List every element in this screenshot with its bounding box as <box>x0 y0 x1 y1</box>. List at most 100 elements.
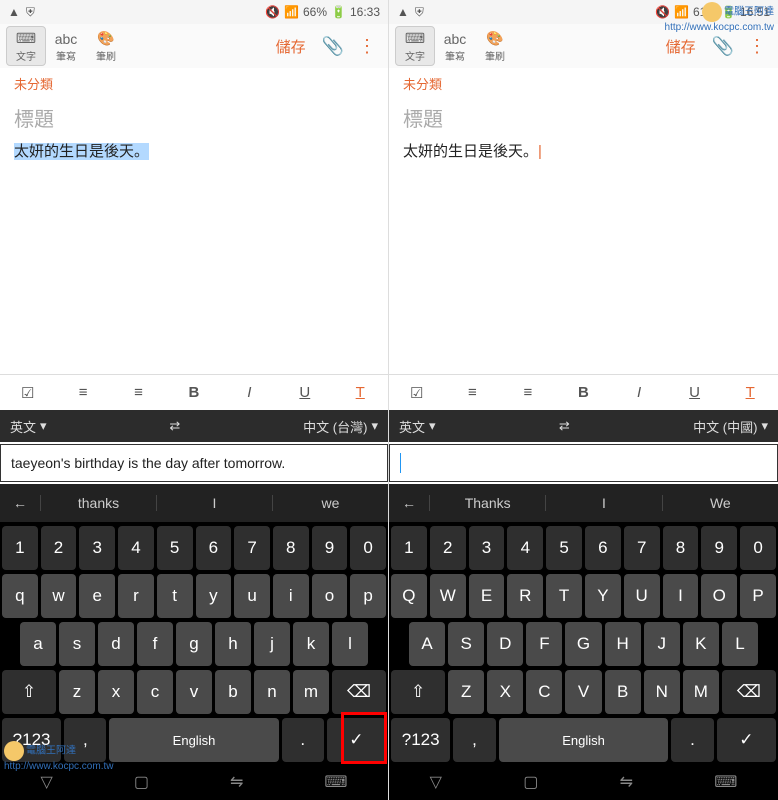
lang-source[interactable]: 英文 ▾ <box>399 417 436 436</box>
key-n[interactable]: n <box>254 670 290 714</box>
key-3[interactable]: 3 <box>79 526 115 570</box>
more-button[interactable]: ⋮ <box>352 36 382 57</box>
key-4[interactable]: 4 <box>507 526 543 570</box>
sugg-3[interactable]: We <box>662 495 778 511</box>
key-a[interactable]: a <box>20 622 56 666</box>
title-input[interactable]: 標題 <box>0 99 388 140</box>
swap-button[interactable]: ⇄ <box>169 418 180 434</box>
key-E[interactable]: E <box>469 574 505 618</box>
key-h[interactable]: h <box>215 622 251 666</box>
key-H[interactable]: H <box>605 622 641 666</box>
nav-back[interactable]: ▢ <box>523 772 538 792</box>
nav-kb[interactable]: ⌨ <box>714 772 737 792</box>
key-8[interactable]: 8 <box>663 526 699 570</box>
enter-key[interactable]: ✓ <box>717 718 776 762</box>
key-m[interactable]: m <box>293 670 329 714</box>
key-V[interactable]: V <box>565 670 601 714</box>
period-key[interactable]: . <box>282 718 324 762</box>
sugg-3[interactable]: we <box>272 495 388 511</box>
translate-input[interactable] <box>389 444 778 482</box>
bold-button[interactable]: B <box>564 378 602 408</box>
save-button[interactable]: 儲存 <box>268 36 314 57</box>
key-f[interactable]: f <box>137 622 173 666</box>
comma-key[interactable]: , <box>453 718 495 762</box>
tool-brush[interactable]: 🎨筆刷 <box>475 26 515 66</box>
attach-button[interactable]: 📎 <box>704 36 742 57</box>
lang-target[interactable]: 中文 (中國) ▾ <box>693 417 768 436</box>
key-y[interactable]: y <box>196 574 232 618</box>
note-content[interactable]: 太妍的生日是後天。 <box>0 140 388 161</box>
tool-handwrite[interactable]: abc筆寫 <box>435 26 475 66</box>
sugg-2[interactable]: I <box>156 495 272 511</box>
textcolor-button[interactable]: T <box>731 378 769 408</box>
key-6[interactable]: 6 <box>585 526 621 570</box>
attach-button[interactable]: 📎 <box>314 36 352 57</box>
key-j[interactable]: j <box>254 622 290 666</box>
key-K[interactable]: K <box>683 622 719 666</box>
key-t[interactable]: t <box>157 574 193 618</box>
sugg-1[interactable]: Thanks <box>429 495 545 511</box>
key-I[interactable]: I <box>663 574 699 618</box>
key-U[interactable]: U <box>624 574 660 618</box>
key-2[interactable]: 2 <box>430 526 466 570</box>
key-A[interactable]: A <box>409 622 445 666</box>
key-u[interactable]: u <box>234 574 270 618</box>
key-N[interactable]: N <box>644 670 680 714</box>
key-i[interactable]: i <box>273 574 309 618</box>
nav-kb[interactable]: ⌨ <box>324 772 347 792</box>
key-3[interactable]: 3 <box>469 526 505 570</box>
tool-handwrite[interactable]: abc筆寫 <box>46 26 86 66</box>
category-label[interactable]: 未分類 <box>389 68 778 99</box>
tool-brush[interactable]: 🎨筆刷 <box>86 26 126 66</box>
tool-text[interactable]: ⌨文字 <box>6 26 46 66</box>
key-7[interactable]: 7 <box>624 526 660 570</box>
key-g[interactable]: g <box>176 622 212 666</box>
hide-kb-icon[interactable]: ▽ <box>41 772 53 792</box>
key-0[interactable]: 0 <box>740 526 776 570</box>
underline-button[interactable]: U <box>676 378 714 408</box>
swap-button[interactable]: ⇄ <box>559 418 570 434</box>
key-O[interactable]: O <box>701 574 737 618</box>
key-6[interactable]: 6 <box>196 526 232 570</box>
title-input[interactable]: 標題 <box>389 99 778 140</box>
bullet-button[interactable]: ≡ <box>64 378 102 408</box>
key-9[interactable]: 9 <box>701 526 737 570</box>
key-2[interactable]: 2 <box>41 526 77 570</box>
key-P[interactable]: P <box>740 574 776 618</box>
textcolor-button[interactable]: T <box>341 378 379 408</box>
key-p[interactable]: p <box>350 574 386 618</box>
key-w[interactable]: w <box>41 574 77 618</box>
key-R[interactable]: R <box>507 574 543 618</box>
bullet-button[interactable]: ≡ <box>453 378 491 408</box>
key-X[interactable]: X <box>487 670 523 714</box>
key-9[interactable]: 9 <box>312 526 348 570</box>
key-Y[interactable]: Y <box>585 574 621 618</box>
backspace-key[interactable]: ⌫ <box>332 670 386 714</box>
back-icon[interactable]: ← <box>0 495 40 511</box>
key-D[interactable]: D <box>487 622 523 666</box>
italic-button[interactable]: I <box>620 378 658 408</box>
nav-back[interactable]: ▢ <box>134 772 149 792</box>
key-o[interactable]: o <box>312 574 348 618</box>
tool-text[interactable]: ⌨文字 <box>395 26 435 66</box>
key-C[interactable]: C <box>526 670 562 714</box>
italic-button[interactable]: I <box>230 378 268 408</box>
note-content[interactable]: 太妍的生日是後天。| <box>389 140 778 161</box>
nav-recents[interactable]: ⇋ <box>230 772 243 792</box>
key-0[interactable]: 0 <box>350 526 386 570</box>
space-key[interactable]: English <box>109 718 278 762</box>
key-c[interactable]: c <box>137 670 173 714</box>
key-1[interactable]: 1 <box>391 526 427 570</box>
key-q[interactable]: q <box>2 574 38 618</box>
backspace-key[interactable]: ⌫ <box>722 670 776 714</box>
numlist-button[interactable]: ≡ <box>120 378 158 408</box>
key-5[interactable]: 5 <box>546 526 582 570</box>
space-key[interactable]: English <box>499 718 669 762</box>
hide-kb-icon[interactable]: ▽ <box>430 772 442 792</box>
checkbox-button[interactable]: ☑ <box>9 378 47 408</box>
key-G[interactable]: G <box>565 622 601 666</box>
key-z[interactable]: z <box>59 670 95 714</box>
key-r[interactable]: r <box>118 574 154 618</box>
key-L[interactable]: L <box>722 622 758 666</box>
key-7[interactable]: 7 <box>234 526 270 570</box>
